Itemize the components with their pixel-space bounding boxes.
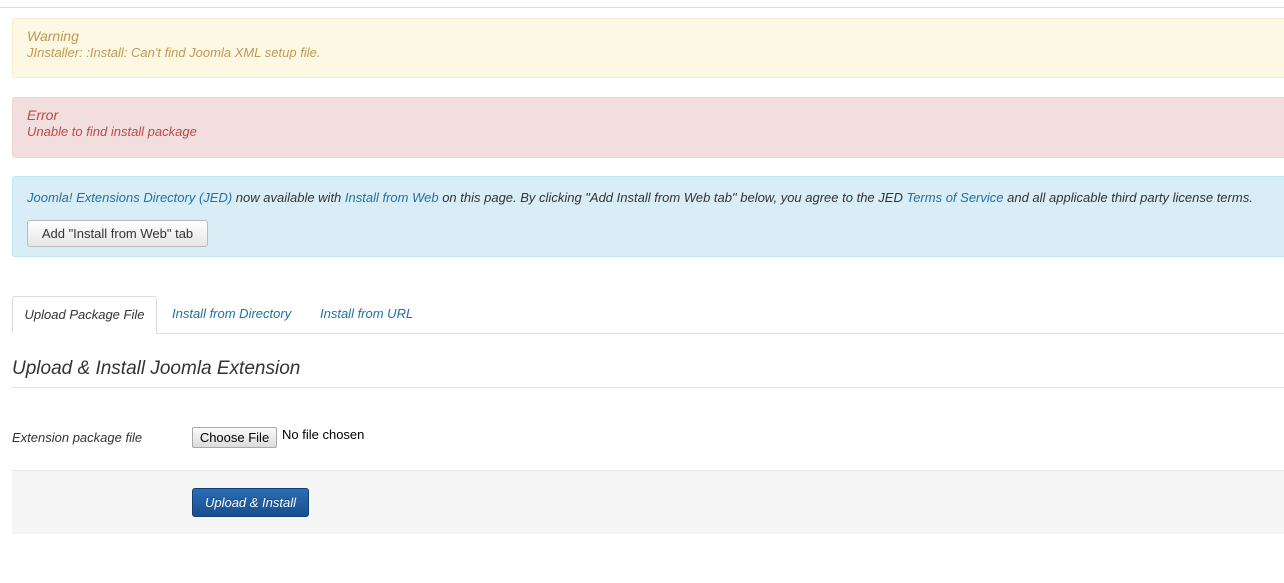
error-alert: Error Unable to find install package [12,97,1284,158]
tab-upload-package-file[interactable]: Upload Package File [12,296,157,334]
install-tabs: Upload Package File Install from Directo… [12,296,1284,334]
warning-heading: Warning [27,28,79,44]
info-text-1: now available with [232,190,345,205]
info-text-3: and all applicable third party license t… [1003,190,1253,205]
tab-install-from-directory[interactable]: Install from Directory [172,296,291,333]
error-heading: Error [27,107,59,123]
jed-info-text: Joomla! Extensions Directory (JED) now a… [27,190,1270,206]
error-message: Unable to find install package [27,124,197,139]
upload-install-button[interactable]: Upload & Install [192,488,309,517]
extension-package-file-label: Extension package file [12,430,143,445]
top-bar [0,0,1284,8]
section-title: Upload & Install Joomla Extension [12,358,301,379]
form-actions: Upload & Install [12,470,1284,534]
info-text-2: on this page. By clicking "Add Install f… [438,190,907,205]
file-status-text: No file chosen [282,427,365,442]
choose-file-button[interactable]: Choose File [192,427,277,448]
warning-message: JInstaller: :Install: Can't find Joomla … [27,45,321,60]
jed-link[interactable]: Joomla! Extensions Directory (JED) [27,190,232,205]
jed-info-alert: Joomla! Extensions Directory (JED) now a… [12,176,1284,257]
add-install-from-web-tab-button[interactable]: Add "Install from Web" tab [27,220,208,247]
warning-alert: Warning JInstaller: :Install: Can't find… [12,18,1284,78]
section-divider [12,387,1284,388]
terms-of-service-link[interactable]: Terms of Service [906,190,1003,205]
tab-install-from-url[interactable]: Install from URL [320,296,413,333]
install-from-web-link[interactable]: Install from Web [345,190,439,205]
